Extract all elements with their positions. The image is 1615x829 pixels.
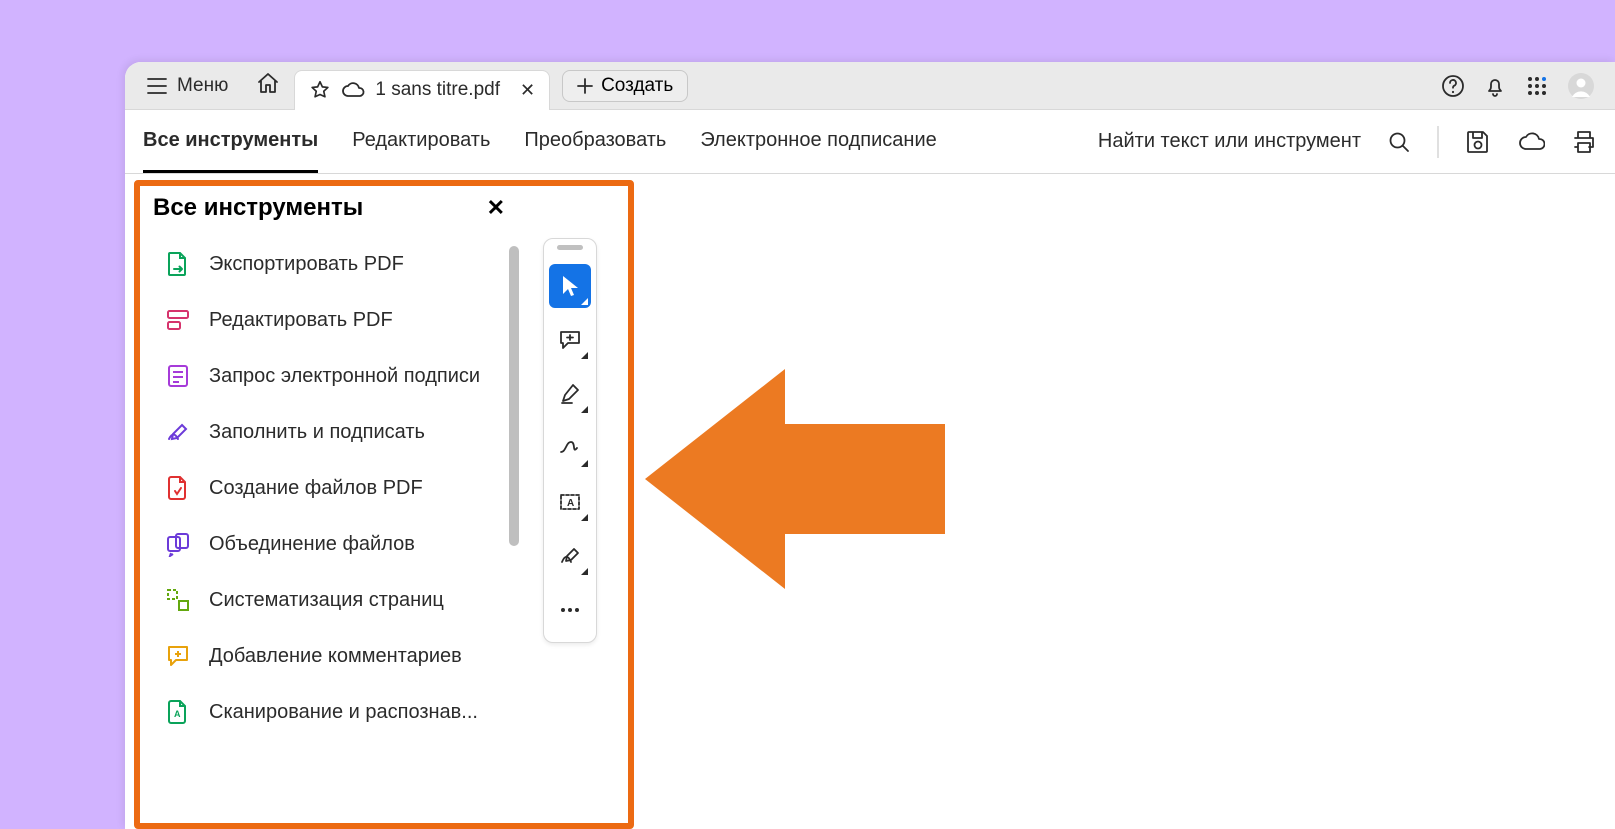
tool-add-comments[interactable]: Добавление комментариев <box>125 628 525 684</box>
textbox-tool[interactable]: A <box>549 480 591 524</box>
chevron-corner-icon <box>581 460 588 467</box>
tool-request-esign[interactable]: Запрос электронной подписи <box>125 348 525 404</box>
titlebar: Меню 1 sans titre.pdf ✕ Создать <box>125 62 1615 110</box>
tool-combine-files[interactable]: Объединение файлов <box>125 516 525 572</box>
search-icon[interactable] <box>1387 130 1411 154</box>
create-label: Создать <box>601 75 673 97</box>
chevron-corner-icon <box>581 406 588 413</box>
quick-tools-strip: A <box>543 238 597 643</box>
create-pdf-icon <box>165 475 191 501</box>
cloud-sync-icon[interactable] <box>1517 131 1545 153</box>
tool-create-pdf[interactable]: Создание файлов PDF <box>125 460 525 516</box>
create-button[interactable]: Создать <box>562 70 688 102</box>
home-button[interactable] <box>246 67 290 104</box>
save-disk-icon[interactable] <box>1465 129 1491 155</box>
print-icon[interactable] <box>1571 129 1597 155</box>
tool-label: Сканирование и распознав... <box>209 701 478 724</box>
tool-scan-ocr[interactable]: A Сканирование и распознав... <box>125 684 525 740</box>
search-placeholder-text[interactable]: Найти текст или инструмент <box>1098 130 1361 153</box>
organize-pages-icon <box>165 587 191 613</box>
hamburger-icon <box>147 77 167 95</box>
tool-label: Редактировать PDF <box>209 309 393 332</box>
sign-tool[interactable] <box>549 534 591 578</box>
nav-edit[interactable]: Редактировать <box>352 111 490 173</box>
app-window: Меню 1 sans titre.pdf ✕ Создать <box>125 62 1615 829</box>
menu-button[interactable]: Меню <box>133 69 242 103</box>
profile-icon[interactable] <box>1567 72 1595 100</box>
tool-edit-pdf[interactable]: Редактировать PDF <box>125 292 525 348</box>
apps-icon[interactable] <box>1525 74 1549 98</box>
nav-tabs: Все инструменты Редактировать Преобразов… <box>143 111 937 173</box>
highlight-tool[interactable] <box>549 372 591 416</box>
tool-organize-pages[interactable]: Систематизация страниц <box>125 572 525 628</box>
comment-tool[interactable] <box>549 318 591 362</box>
tools-list: Экспортировать PDF Редактировать PDF Зап… <box>125 230 525 746</box>
more-tools[interactable] <box>549 588 591 632</box>
tools-panel-close[interactable]: ✕ <box>487 195 505 221</box>
close-tab-button[interactable]: ✕ <box>520 80 535 101</box>
svg-text:A: A <box>567 498 574 509</box>
drag-handle[interactable] <box>557 245 583 250</box>
chevron-corner-icon <box>581 298 588 305</box>
tool-label: Запрос электронной подписи <box>209 365 480 388</box>
plus-icon <box>577 78 593 94</box>
scrollbar-thumb[interactable] <box>509 246 519 546</box>
document-tab[interactable]: 1 sans titre.pdf ✕ <box>294 70 550 110</box>
arrow-annotation <box>645 369 945 589</box>
content-area: Все инструменты ✕ Экспортировать PDF Ред… <box>125 174 1615 829</box>
nav-convert[interactable]: Преобразовать <box>524 111 666 173</box>
svg-text:A: A <box>174 709 181 719</box>
secondary-toolbar: Все инструменты Редактировать Преобразов… <box>125 110 1615 174</box>
star-icon[interactable] <box>309 79 331 101</box>
tool-label: Объединение файлов <box>209 533 415 556</box>
nav-all-tools[interactable]: Все инструменты <box>143 111 318 173</box>
combine-files-icon <box>165 531 191 557</box>
fill-sign-icon <box>165 419 191 445</box>
nav-esign[interactable]: Электронное подписание <box>700 111 936 173</box>
toolbar-right: Найти текст или инструмент <box>1098 126 1597 158</box>
export-pdf-icon <box>165 251 191 277</box>
request-esign-icon <box>165 363 191 389</box>
tool-label: Систематизация страниц <box>209 589 444 612</box>
home-icon <box>256 71 280 95</box>
edit-pdf-icon <box>165 307 191 333</box>
scan-ocr-icon: A <box>165 699 191 725</box>
tool-label: Создание файлов PDF <box>209 477 423 500</box>
tools-panel: Все инструменты ✕ Экспортировать PDF Ред… <box>125 174 525 829</box>
tool-export-pdf[interactable]: Экспортировать PDF <box>125 236 525 292</box>
tool-label: Экспортировать PDF <box>209 253 404 276</box>
titlebar-right <box>1441 72 1615 100</box>
chevron-corner-icon <box>581 352 588 359</box>
chevron-corner-icon <box>581 514 588 521</box>
draw-tool[interactable] <box>549 426 591 470</box>
tools-panel-header: Все инструменты ✕ <box>125 174 525 230</box>
cloud-icon <box>341 81 365 99</box>
add-comments-icon <box>165 643 191 669</box>
tools-panel-title: Все инструменты <box>153 194 363 222</box>
tool-fill-sign[interactable]: Заполнить и подписать <box>125 404 525 460</box>
chevron-corner-icon <box>581 568 588 575</box>
tool-label: Добавление комментариев <box>209 645 462 668</box>
bell-icon[interactable] <box>1483 74 1507 98</box>
select-tool[interactable] <box>549 264 591 308</box>
help-icon[interactable] <box>1441 74 1465 98</box>
tab-title: 1 sans titre.pdf <box>375 79 500 101</box>
menu-label: Меню <box>177 75 228 97</box>
tool-label: Заполнить и подписать <box>209 421 425 444</box>
